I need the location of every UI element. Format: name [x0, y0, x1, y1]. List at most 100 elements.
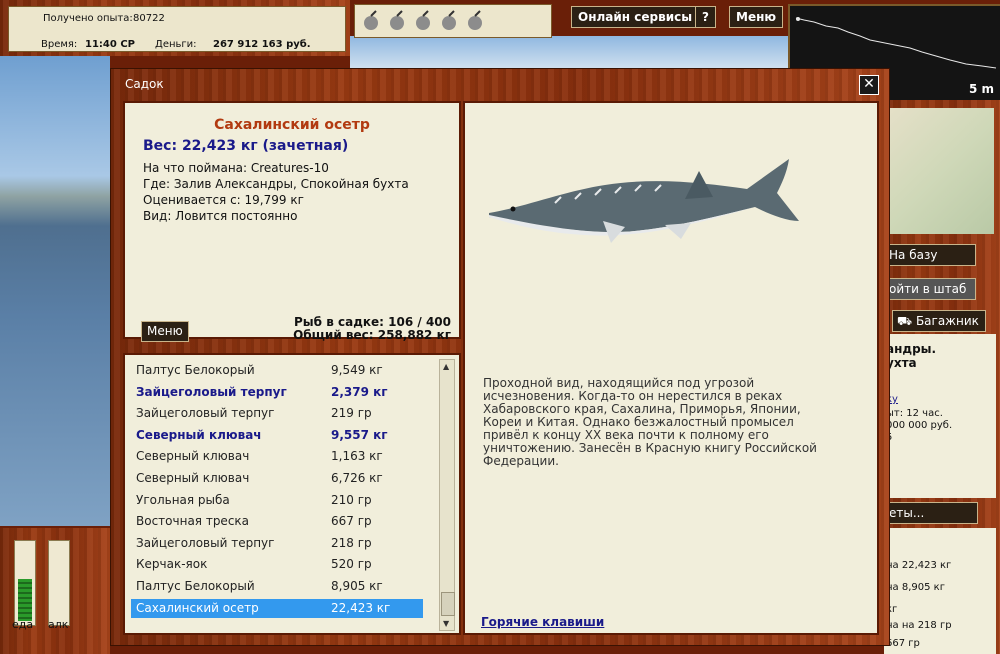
weight-icon[interactable]	[361, 10, 381, 32]
alcohol-label: алк	[48, 618, 69, 631]
money-label: Деньги:	[155, 39, 197, 50]
fish-list-row[interactable]: Палтус Белокорый 8,905 кг	[131, 577, 423, 596]
dialog-title: Садок	[125, 77, 164, 91]
sturgeon-image	[489, 159, 799, 243]
location-line2: ухта	[886, 356, 917, 370]
fish-row-name: Угольная рыба	[136, 492, 230, 507]
online-services-button[interactable]: Онлайн сервисы	[571, 6, 700, 28]
trunk-label: Багажник	[915, 314, 979, 328]
catch-log-line: на 8,905 кг	[886, 582, 945, 593]
fish-list-row[interactable]: Восточная треска 667 гр	[131, 512, 423, 531]
fish-list-row[interactable]: Зайцеголовый терпуг 2,379 кг	[131, 383, 423, 402]
location-detail-2: 000 000 руб.	[886, 420, 953, 431]
background-sky	[350, 36, 790, 68]
fish-row-weight: 9,557 кг	[331, 427, 388, 442]
depth-label: 5 m	[968, 82, 994, 96]
location-detail-1: ыт: 12 час.	[886, 408, 943, 419]
fish-row-weight: 1,163 кг	[331, 449, 383, 464]
background-scene	[0, 56, 110, 526]
fish-menu-button[interactable]: Меню	[141, 321, 189, 342]
fish-row-name: Сахалинский осетр	[136, 600, 259, 615]
fish-row-name: Северный клювач	[136, 471, 250, 485]
food-gauge-fill	[18, 579, 32, 621]
fish-list-row[interactable]: Керчак-яок 520 гр	[131, 555, 423, 574]
fish-count: Рыб в садке: 106 / 400	[294, 315, 451, 329]
fish-row-name: Керчак-яок	[136, 557, 208, 572]
catch-location: Где: Залив Александры, Спокойная бухта	[143, 177, 409, 191]
fish-row-name: Северный клювач	[136, 427, 262, 442]
fish-row-name: Палтус Белокорый	[136, 363, 255, 377]
fish-list-row[interactable]: Северный клювач 1,163 кг	[131, 447, 423, 466]
catch-log-line: на 22,423 кг	[886, 560, 952, 571]
fish-row-name: Зайцеголовый терпуг	[136, 384, 287, 399]
close-button[interactable]: ✕	[859, 75, 879, 95]
menu-button[interactable]: Меню	[729, 6, 784, 28]
weight-icon[interactable]	[439, 10, 459, 32]
fish-row-weight: 8,905 кг	[331, 579, 383, 593]
fish-row-weight: 6,726 кг	[331, 471, 383, 485]
fish-row-weight: 9,549 кг	[331, 363, 383, 377]
fish-row-weight: 667 гр	[331, 514, 372, 529]
fish-list-row[interactable]: Палтус Белокорый 9,549 кг	[131, 361, 423, 380]
to-base-button[interactable]: На базу	[884, 244, 976, 266]
scroll-down-icon[interactable]: ▼	[443, 619, 449, 628]
fish-list-panel: Палтус Белокорый 9,549 кг Зайцеголовый тер…	[123, 353, 461, 635]
food-label: еда	[12, 618, 34, 631]
fish-row-name: Северный клювач	[136, 449, 250, 464]
help-button[interactable]: ?	[695, 6, 716, 28]
go-to-hq-button[interactable]: ойти в штаб	[884, 278, 976, 300]
weight-icon[interactable]	[465, 10, 485, 32]
alcohol-gauge	[48, 540, 70, 626]
fish-list-row[interactable]: Северный клювач 6,726 кг	[131, 469, 423, 488]
experience-label: Получено опыта:	[43, 13, 133, 24]
weight-icon[interactable]	[387, 10, 407, 32]
fish-row-weight: 219 гр	[331, 406, 372, 421]
fish-list-row[interactable]: Зайцеголовый терпуг 218 гр	[131, 534, 423, 553]
fish-row-weight: 22,423 кг	[331, 600, 391, 615]
catch-log-line: на на 218 гр	[886, 620, 952, 631]
fish-row-name: Палтус Белокорый	[136, 579, 255, 593]
money-value: 267 912 163 руб.	[213, 39, 311, 50]
fish-row-weight: 520 гр	[331, 557, 372, 572]
player-stats-panel: Получено опыта: 80722 Время: 11:40 СР Де…	[0, 0, 350, 56]
hotkeys-link[interactable]: Горячие клавиши	[481, 615, 604, 629]
fish-list-scrollbar[interactable]: ▲ ▼	[439, 359, 455, 631]
time-value: 11:40 СР	[85, 39, 135, 50]
area-map[interactable]	[888, 108, 994, 234]
scroll-up-icon[interactable]: ▲	[443, 362, 449, 371]
fish-list-row[interactable]: Северный клювач 9,557 кг	[131, 426, 423, 445]
location-card: андры. ухта ку ыт: 12 час. 000 000 руб. …	[884, 334, 996, 498]
right-side-panel: На базу ойти в штаб ⛟ Багажник андры. ух…	[884, 100, 1000, 654]
fish-info-panel: Сахалинский осетр Вес: 22,423 кг (зачетн…	[123, 101, 461, 342]
weight-icon[interactable]	[413, 10, 433, 32]
status-gauges: еда алк	[0, 528, 110, 654]
valued-from: Оценивается с: 19,799 кг	[143, 193, 304, 207]
fish-row-name: Восточная треска	[136, 514, 250, 529]
fish-name: Сахалинский осетр	[214, 117, 370, 133]
fish-weight: Вес: 22,423 кг (зачетная)	[143, 138, 349, 154]
fish-row-weight: 218 гр	[331, 535, 372, 550]
fish-row-weight: 2,379 кг	[331, 384, 388, 399]
fish-row-name: Зайцеголовый терпуг	[136, 535, 275, 550]
scroll-thumb[interactable]	[441, 592, 455, 616]
fish-description: Проходной вид, находящийся под угрозой и…	[483, 376, 817, 468]
results-button[interactable]: еты...	[884, 502, 978, 524]
keepnet-dialog: Садок ✕ Сахалинский осетр Вес: 22,423 кг…	[110, 68, 890, 646]
experience-value: 80722	[133, 13, 165, 24]
fish-kind: Вид: Ловится постоянно	[143, 209, 298, 223]
car-icon: ⛟	[897, 314, 913, 328]
fish-list-row[interactable]: Угольная рыба 210 гр	[131, 491, 423, 510]
fish-row-name: Зайцеголовый терпуг	[136, 406, 275, 421]
fish-list-row[interactable]: Сахалинский осетр 22,423 кг	[131, 598, 423, 618]
location-line1: андры.	[886, 342, 937, 356]
fish-description-panel: Проходной вид, находящийся под угрозой и…	[463, 101, 879, 635]
catch-log: на 22,423 кг на 8,905 кг кг на на 218 гр…	[884, 528, 996, 654]
total-weight: Общий вес: 258,882 кг	[293, 328, 451, 342]
trunk-button[interactable]: ⛟ Багажник	[892, 310, 986, 332]
caught-on: На что поймана: Creatures-10	[143, 161, 329, 175]
fish-list-row[interactable]: Зайцеголовый терпуг 219 гр	[131, 404, 423, 423]
fish-row-weight: 210 гр	[331, 492, 372, 507]
catch-weights-bar	[354, 4, 552, 38]
catch-log-line: 667 гр	[886, 638, 920, 649]
food-gauge	[14, 540, 36, 626]
